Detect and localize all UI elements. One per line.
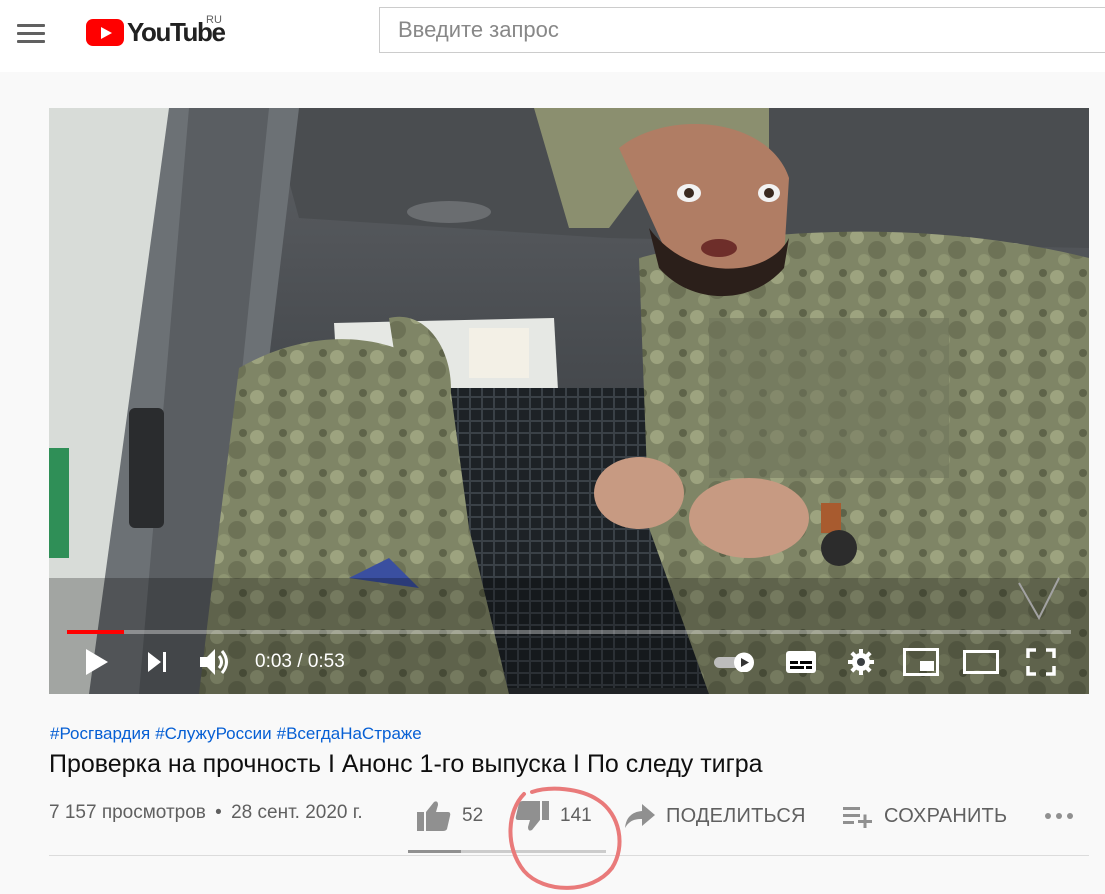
youtube-play-logo-icon <box>86 18 124 46</box>
more-actions-button[interactable] <box>1044 796 1074 836</box>
hashtag-link[interactable]: #ВсегдаНаСтраже <box>277 724 422 743</box>
current-time: 0:03 <box>255 651 292 672</box>
dislike-button[interactable]: 141 <box>514 796 592 836</box>
hashtag-link[interactable]: #СлужуРоссии <box>155 724 271 743</box>
volume-icon <box>200 649 228 675</box>
time-separator: / <box>291 651 308 672</box>
thumbs-down-icon <box>515 801 549 831</box>
date-separator: • <box>215 802 222 823</box>
top-bar: YouTube RU <box>0 0 1105 72</box>
like-count: 52 <box>462 805 484 826</box>
country-code: RU <box>206 14 222 26</box>
video-player[interactable]: 0:03 / 0:53 <box>49 108 1089 694</box>
video-frame <box>49 108 1089 694</box>
hashtag-list: #Росгвардия #СлужуРоссии #ВсегдаНаСтраже <box>50 724 427 744</box>
theater-mode-icon <box>963 650 999 674</box>
share-button[interactable]: ПОДЕЛИТЬСЯ <box>624 796 806 836</box>
duration: 0:53 <box>307 651 345 672</box>
theater-mode-button[interactable] <box>961 638 1001 686</box>
skip-next-icon <box>148 652 166 672</box>
subtitles-icon <box>786 651 816 673</box>
save-label: СОХРАНИТЬ <box>884 804 1008 827</box>
save-button[interactable]: СОХРАНИТЬ <box>842 796 1007 836</box>
sentiment-bar <box>408 850 606 853</box>
settings-button[interactable] <box>844 638 878 686</box>
more-horizontal-icon <box>1045 813 1073 819</box>
hashtag-link[interactable]: #Росгвардия <box>50 724 150 743</box>
add-to-playlist-icon <box>843 807 872 828</box>
player-controls: 0:03 / 0:53 <box>49 638 1089 694</box>
share-arrow-icon <box>625 804 655 828</box>
search-input[interactable] <box>379 7 1105 53</box>
miniplayer-icon <box>903 648 939 676</box>
progress-bar[interactable] <box>67 630 1071 634</box>
play-icon <box>86 649 108 675</box>
autoplay-toggle[interactable] <box>713 638 757 686</box>
fullscreen-button[interactable] <box>1023 638 1059 686</box>
sentiment-bar-likes <box>408 850 462 853</box>
video-stats: 7 157 просмотров • 28 сент. 2020 г. <box>49 802 363 824</box>
miniplayer-button[interactable] <box>901 638 941 686</box>
like-button[interactable]: 52 <box>416 796 483 836</box>
view-count: 7 157 просмотров <box>49 802 206 823</box>
dislike-count: 141 <box>560 805 592 826</box>
time-display: 0:03 / 0:53 <box>255 651 345 673</box>
fullscreen-icon <box>1026 648 1056 676</box>
autoplay-toggle-icon <box>714 652 754 672</box>
hamburger-menu-icon[interactable] <box>17 22 45 44</box>
play-button[interactable] <box>81 638 113 686</box>
youtube-logo[interactable]: YouTube <box>86 16 226 48</box>
progress-played <box>67 630 125 634</box>
upload-date: 28 сент. 2020 г. <box>231 802 363 823</box>
next-button[interactable] <box>143 638 171 686</box>
subtitles-button[interactable] <box>783 638 819 686</box>
gear-icon <box>848 649 874 675</box>
divider <box>49 855 1089 856</box>
share-label: ПОДЕЛИТЬСЯ <box>666 804 806 827</box>
video-title: Проверка на прочность I Анонс 1-го выпус… <box>49 750 763 778</box>
thumbs-up-icon <box>417 801 451 831</box>
volume-button[interactable] <box>197 638 233 686</box>
